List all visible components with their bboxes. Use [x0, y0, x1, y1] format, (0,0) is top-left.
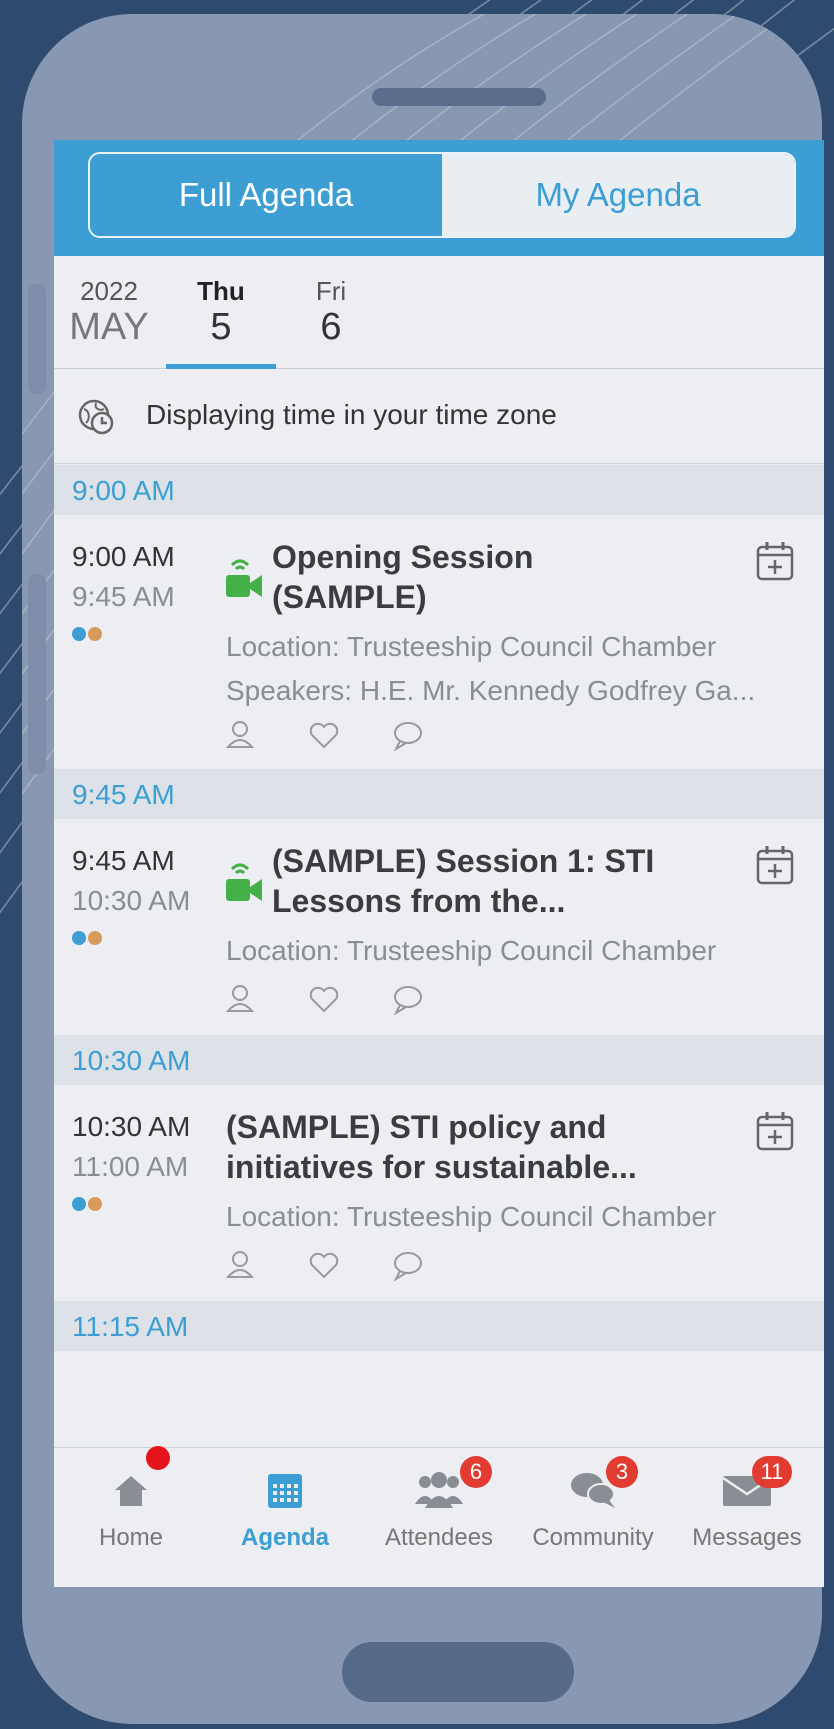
section-time: 9:00 AM: [72, 475, 175, 506]
session-speakers: Speakers: H.E. Mr. Kennedy Godfrey Ga...: [226, 675, 756, 706]
attendee-icon[interactable]: [226, 985, 255, 1012]
volume-down-button: [28, 574, 46, 774]
comment-bubble-icon[interactable]: [393, 1252, 422, 1281]
calendar-grid-icon: [268, 1474, 302, 1508]
tab-community[interactable]: 3 Community: [516, 1448, 670, 1587]
session-location: Location: Trusteeship Council Chamber: [226, 1201, 717, 1232]
title-line-2: Lessons from the...: [272, 883, 566, 919]
section-time: 10:30 AM: [72, 1045, 191, 1076]
month-text: MAY: [69, 306, 149, 348]
livestream-video-icon: [226, 863, 262, 901]
tab-agenda[interactable]: Agenda: [208, 1448, 362, 1587]
add-to-calendar-icon[interactable]: [756, 1111, 794, 1151]
my-agenda-tab[interactable]: My Agenda: [442, 154, 794, 236]
tab-home[interactable]: Home: [54, 1446, 208, 1587]
timezone-text: Displaying time in your time zone: [146, 399, 557, 430]
session-actions: [226, 721, 422, 751]
date-thu-5[interactable]: Thu 5: [166, 256, 276, 368]
home-icon: [115, 1476, 147, 1506]
session-item-opening[interactable]: 9:00 AM 9:45 AM Opening Session (SAMPLE)…: [54, 515, 824, 769]
session-location: Location: Trusteeship Council Chamber: [226, 935, 717, 966]
time-section-header: 9:00 AM: [54, 465, 824, 515]
tab-label: Home: [98, 1524, 164, 1551]
comment-bubble-icon[interactable]: [393, 986, 422, 1015]
agenda-segmented-control: Full Agenda My Agenda: [88, 152, 796, 238]
full-agenda-tab[interactable]: Full Agenda: [90, 154, 442, 236]
date-selector: 2022 MAY Thu 5 Fri 6: [54, 256, 824, 369]
favorite-heart-icon[interactable]: [309, 1252, 339, 1279]
day-of-week: Thu: [197, 276, 245, 306]
time-section-header: 11:15 AM: [54, 1301, 824, 1351]
tab-attendees[interactable]: 6 Attendees: [362, 1448, 516, 1587]
session-item-session-1[interactable]: 9:45 AM 10:30 AM (SAMPLE) Session 1: STI…: [54, 819, 824, 1035]
tab-label: Agenda: [240, 1524, 329, 1551]
section-time: 9:45 AM: [72, 779, 175, 810]
community-badge: 3: [606, 1456, 638, 1488]
globe-clock-icon: [78, 399, 114, 435]
title-line-1: Opening Session: [272, 539, 534, 575]
session-actions: [226, 1251, 422, 1281]
time-section-header: 10:30 AM: [54, 1035, 824, 1085]
session-title: (SAMPLE) STI policy and initiatives for …: [226, 1107, 666, 1187]
track-dots: [72, 931, 112, 945]
month-label: 2022 MAY: [64, 256, 154, 368]
title-line-1: (SAMPLE) STI policy and: [226, 1109, 607, 1145]
session-item-sti-policy[interactable]: 10:30 AM 11:00 AM (SAMPLE) STI policy an…: [54, 1085, 824, 1301]
agenda-toggle-bar: Full Agenda My Agenda: [54, 140, 824, 256]
title-line-1: (SAMPLE) Session 1: STI: [272, 843, 655, 879]
speaker-grille: [372, 88, 546, 106]
tab-label: Attendees: [384, 1524, 494, 1551]
track-dots: [72, 1197, 112, 1211]
year-text: 2022: [80, 276, 138, 306]
time-section-header: 9:45 AM: [54, 769, 824, 819]
comment-bubble-icon[interactable]: [393, 722, 422, 751]
start-time: 10:30 AM: [72, 1111, 191, 1142]
session-title: Opening Session (SAMPLE): [272, 537, 712, 617]
app-screen: Full Agenda My Agenda 2022 MAY Thu 5 Fri…: [54, 140, 824, 1587]
session-title: (SAMPLE) Session 1: STI Lessons from the…: [272, 841, 712, 921]
attendee-icon[interactable]: [226, 1251, 255, 1278]
favorite-heart-icon[interactable]: [309, 722, 339, 749]
messages-badge: 11: [752, 1456, 792, 1488]
start-time: 9:45 AM: [72, 845, 175, 876]
day-of-week: Fri: [315, 276, 347, 306]
attendees-badge: 6: [460, 1456, 492, 1488]
date-fri-6[interactable]: Fri 6: [276, 256, 386, 368]
timezone-banner: Displaying time in your time zone: [54, 369, 824, 464]
end-time: 11:00 AM: [72, 1151, 189, 1182]
home-hardware-button[interactable]: [342, 1642, 574, 1702]
volume-up-button: [28, 284, 46, 394]
tab-label: Community: [532, 1524, 654, 1551]
section-time: 11:15 AM: [72, 1311, 189, 1342]
start-time: 9:00 AM: [72, 541, 175, 572]
attendee-icon[interactable]: [226, 721, 255, 748]
session-location: Location: Trusteeship Council Chamber: [226, 631, 717, 662]
end-time: 10:30 AM: [72, 885, 191, 916]
session-actions: [226, 985, 422, 1015]
title-line-2: (SAMPLE): [272, 579, 427, 615]
people-group-icon: [415, 1472, 463, 1508]
add-to-calendar-icon[interactable]: [756, 541, 794, 581]
livestream-video-icon: [226, 559, 262, 597]
bottom-tab-bar: Home Agenda 6 Attendees 3 Community 11 M…: [54, 1446, 824, 1587]
title-line-2: initiatives for sustainable...: [226, 1149, 637, 1185]
add-to-calendar-icon[interactable]: [756, 845, 794, 885]
day-number: 6: [320, 306, 342, 348]
tab-messages[interactable]: 11 Messages: [670, 1448, 824, 1587]
favorite-heart-icon[interactable]: [309, 986, 339, 1013]
tab-label: Messages: [692, 1524, 802, 1551]
home-notification-dot: [146, 1446, 170, 1470]
day-number: 5: [210, 306, 232, 348]
track-dots: [72, 627, 112, 641]
end-time: 9:45 AM: [72, 581, 175, 612]
